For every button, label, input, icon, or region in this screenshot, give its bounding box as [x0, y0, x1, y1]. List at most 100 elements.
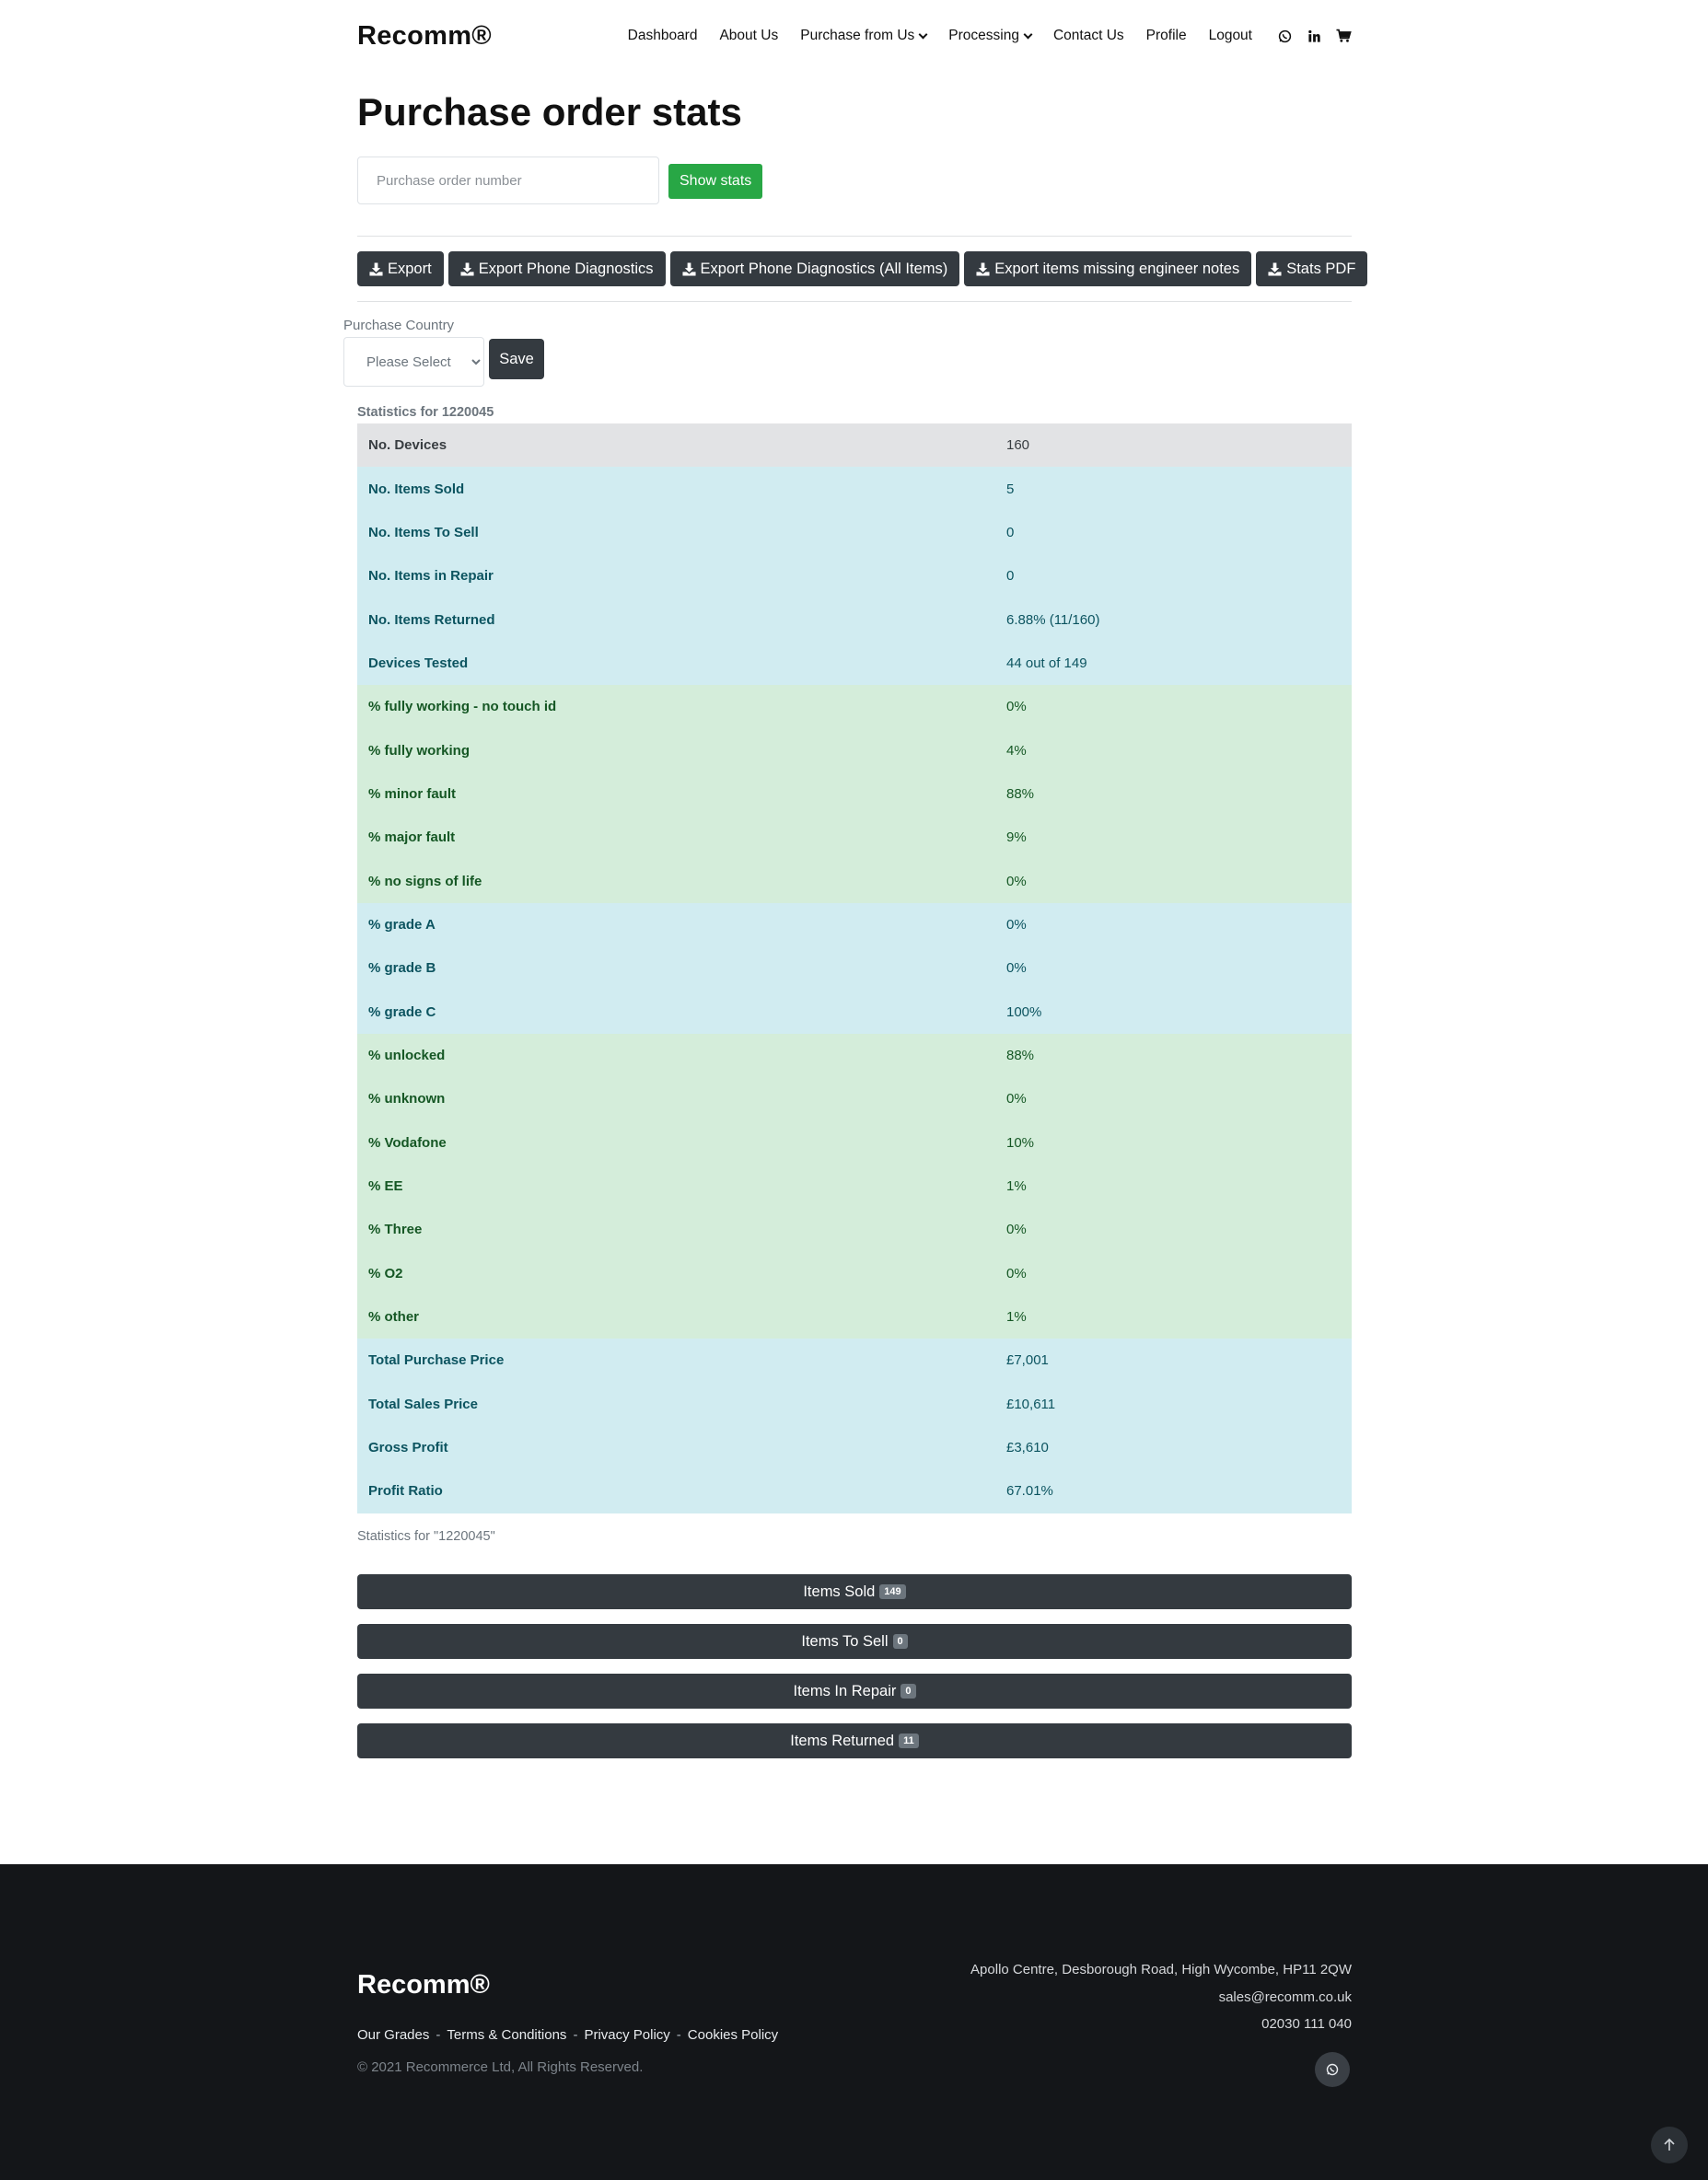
purchase-country-select[interactable]: Please Select: [343, 337, 484, 387]
purchase-order-input[interactable]: [357, 157, 659, 204]
footer-link-separator: -: [676, 2027, 681, 2043]
page-title: Purchase order stats: [357, 90, 742, 133]
stats-row-value: 88%: [995, 1033, 1352, 1078]
stats-row: % fully working 4%: [357, 728, 1352, 772]
stats-caption: Statistics for 1220045: [357, 405, 494, 420]
footer-link-cookies[interactable]: Cookies Policy: [688, 2027, 778, 2043]
stats-row-label: % no signs of life: [357, 859, 995, 903]
nav-about-us[interactable]: About Us: [719, 28, 778, 44]
brand-logo[interactable]: Recomm®: [357, 21, 492, 52]
stats-row-label: % O2: [357, 1251, 995, 1295]
stats-row-value: 4%: [995, 728, 1352, 772]
stats-row-label: % grade B: [357, 946, 995, 991]
export-missing-notes-label: Export items missing engineer notes: [994, 260, 1240, 277]
back-to-top-button[interactable]: [1651, 2127, 1688, 2163]
stats-row-label: % EE: [357, 1164, 995, 1209]
cart-icon[interactable]: [1335, 28, 1352, 44]
stats-row: % fully working - no touch id 0%: [357, 685, 1352, 729]
stats-row-label: Gross Profit: [357, 1425, 995, 1470]
stats-row-value: 160: [995, 423, 1352, 468]
items-returned-toggle[interactable]: Items Returned 11: [357, 1723, 1352, 1758]
items-sold-toggle[interactable]: Items Sold 149: [357, 1574, 1352, 1609]
stats-row-value: 0: [995, 554, 1352, 598]
footer-address: Apollo Centre, Desborough Road, High Wyc…: [970, 1962, 1352, 1977]
items-to-sell-label: Items To Sell: [801, 1632, 889, 1650]
stats-row-label: No. Devices: [357, 423, 995, 468]
stats-row-label: Total Purchase Price: [357, 1339, 995, 1383]
stats-row-label: % Vodafone: [357, 1120, 995, 1165]
items-returned-count-badge: 11: [899, 1734, 919, 1748]
stats-row: Total Purchase Price £7,001: [357, 1339, 1352, 1383]
nav-processing[interactable]: Processing: [948, 28, 1033, 44]
items-to-sell-toggle[interactable]: Items To Sell 0: [357, 1624, 1352, 1659]
footer-link-privacy[interactable]: Privacy Policy: [584, 2027, 669, 2043]
stats-row: No. Devices 160: [357, 423, 1352, 468]
stats-row-value: 0%: [995, 1208, 1352, 1252]
stats-row-label: % Three: [357, 1208, 995, 1252]
nav-purchase-from-us[interactable]: Purchase from Us: [800, 28, 928, 44]
stats-table: No. Devices 160 No. Items Sold 5 No. Items T…: [357, 423, 1352, 1513]
export-phone-diagnostics-all-button[interactable]: Export Phone Diagnostics (All Items): [669, 251, 960, 286]
footer-email[interactable]: sales@recomm.co.uk: [970, 1984, 1352, 2012]
items-sold-count-badge: 149: [879, 1584, 906, 1599]
download-icon: [976, 261, 990, 276]
show-stats-button[interactable]: Show stats: [668, 164, 763, 199]
stats-row: No. Items Returned 6.88% (11/160): [357, 597, 1352, 642]
footer-link-terms[interactable]: Terms & Conditions: [447, 2027, 566, 2043]
stats-row-label: % grade C: [357, 990, 995, 1034]
stats-row-value: 0%: [995, 902, 1352, 947]
whatsapp-icon[interactable]: [1276, 28, 1293, 44]
stats-row-label: % unknown: [357, 1077, 995, 1121]
stats-row-label: Profit Ratio: [357, 1469, 995, 1513]
linkedin-icon[interactable]: [1306, 28, 1322, 44]
stats-row-label: No. Items To Sell: [357, 510, 995, 555]
footer-brand[interactable]: Recomm®: [357, 1970, 490, 2000]
footer-link-our-grades[interactable]: Our Grades: [357, 2027, 429, 2043]
chevron-down-icon: [1023, 29, 1033, 39]
stats-row-value: 88%: [995, 771, 1352, 817]
stats-pdf-label: Stats PDF: [1286, 260, 1356, 277]
stats-pdf-button[interactable]: Stats PDF: [1256, 251, 1368, 286]
stats-row-value: 0%: [995, 685, 1352, 729]
save-button[interactable]: Save: [489, 339, 544, 379]
export-missing-notes-button[interactable]: Export items missing engineer notes: [964, 251, 1252, 286]
download-icon: [682, 261, 696, 276]
footer-contact: Apollo Centre, Desborough Road, High Wyc…: [970, 1956, 1352, 2038]
purchase-country-label: Purchase Country: [343, 318, 455, 333]
export-phone-diagnostics-all-label: Export Phone Diagnostics (All Items): [700, 260, 948, 277]
stats-row: Gross Profit £3,610: [357, 1425, 1352, 1470]
chevron-down-icon: [918, 29, 928, 39]
stats-row-label: No. Items Returned: [357, 597, 995, 642]
nav-profile[interactable]: Profile: [1146, 28, 1187, 44]
stats-row: % Vodafone 10%: [357, 1120, 1352, 1165]
items-in-repair-toggle[interactable]: Items In Repair 0: [357, 1674, 1352, 1709]
footer-whatsapp-icon[interactable]: [1315, 2052, 1350, 2087]
stats-row: % unlocked 88%: [357, 1033, 1352, 1078]
stats-row-label: % major fault: [357, 816, 995, 860]
download-icon: [369, 261, 383, 276]
stats-row-value: 0%: [995, 1251, 1352, 1295]
stats-row: % EE 1%: [357, 1164, 1352, 1209]
items-to-sell-count-badge: 0: [892, 1634, 908, 1649]
export-button[interactable]: Export: [357, 251, 444, 286]
stats-row-value: 0%: [995, 946, 1352, 991]
stats-row: % unknown 0%: [357, 1077, 1352, 1121]
footer-phone[interactable]: 02030 111 040: [970, 2011, 1352, 2038]
stats-row-label: % grade A: [357, 902, 995, 947]
stats-row-label: No. Items in Repair: [357, 554, 995, 598]
main-menu: Dashboard About Us Purchase from Us Proc…: [606, 28, 1352, 44]
stats-row: % no signs of life 0%: [357, 859, 1352, 903]
nav-contact-us[interactable]: Contact Us: [1053, 28, 1124, 44]
stats-row-label: Devices Tested: [357, 641, 995, 686]
nav-logout[interactable]: Logout: [1209, 28, 1252, 44]
download-icon: [1268, 261, 1282, 276]
divider: [357, 236, 1352, 237]
stats-row-value: 1%: [995, 1294, 1352, 1339]
stats-row: % grade C 100%: [357, 990, 1352, 1034]
export-phone-diagnostics-button[interactable]: Export Phone Diagnostics: [447, 251, 666, 286]
nav-dashboard[interactable]: Dashboard: [628, 28, 698, 44]
nav-purchase-label: Purchase from Us: [800, 28, 915, 43]
stats-row-label: % fully working: [357, 728, 995, 772]
stats-row: % O2 0%: [357, 1251, 1352, 1295]
stats-row-value: 1%: [995, 1164, 1352, 1209]
